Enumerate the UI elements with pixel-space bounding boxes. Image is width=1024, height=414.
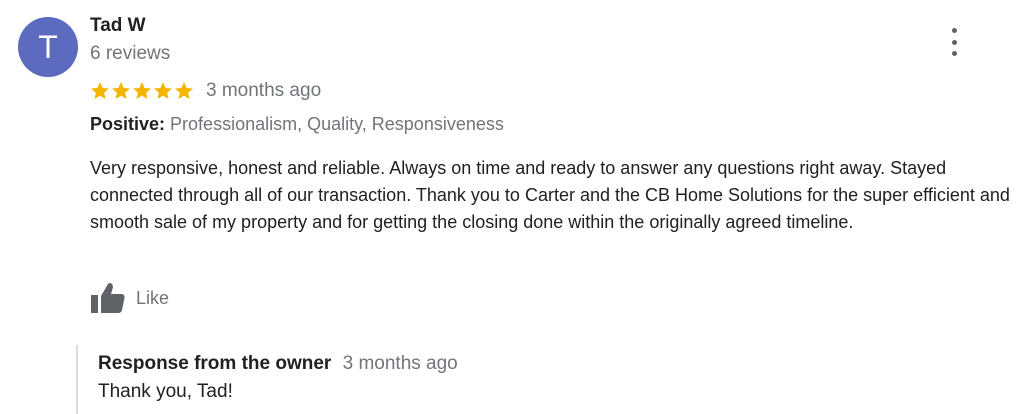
owner-response-title: Response from the owner xyxy=(98,353,332,374)
thumbs-up-icon xyxy=(91,283,125,313)
owner-response: Response from the owner 3 months ago Tha… xyxy=(76,345,976,414)
attributes-values: Professionalism, Quality, Responsiveness xyxy=(170,114,504,134)
owner-response-time: 3 months ago xyxy=(342,353,458,374)
owner-response-text: Thank you, Tad! xyxy=(98,381,233,402)
avatar[interactable]: T xyxy=(18,17,78,77)
review-card: T Tad W 6 reviews 3 months ago Positive:… xyxy=(0,0,1024,414)
more-vert-icon xyxy=(951,28,957,33)
owner-response-header: Response from the owner 3 months ago xyxy=(98,353,976,375)
author-name[interactable]: Tad W xyxy=(90,15,146,37)
more-options-button[interactable] xyxy=(944,28,964,56)
star-icon xyxy=(112,82,130,99)
rating-row: 3 months ago xyxy=(90,78,321,104)
star-icon xyxy=(154,82,172,99)
review-attributes: Positive: Professionalism, Quality, Resp… xyxy=(90,114,504,135)
author-review-count[interactable]: 6 reviews xyxy=(90,43,170,65)
review-time: 3 months ago xyxy=(206,80,322,101)
attributes-label: Positive: xyxy=(90,114,166,134)
like-label: Like xyxy=(136,287,170,308)
like-button[interactable]: Like xyxy=(90,281,169,315)
review-text: Very responsive, honest and reliable. Al… xyxy=(90,158,1010,232)
star-icon xyxy=(133,82,151,99)
star-icon xyxy=(175,82,193,99)
star-rating xyxy=(90,81,194,101)
star-icon xyxy=(91,82,109,99)
